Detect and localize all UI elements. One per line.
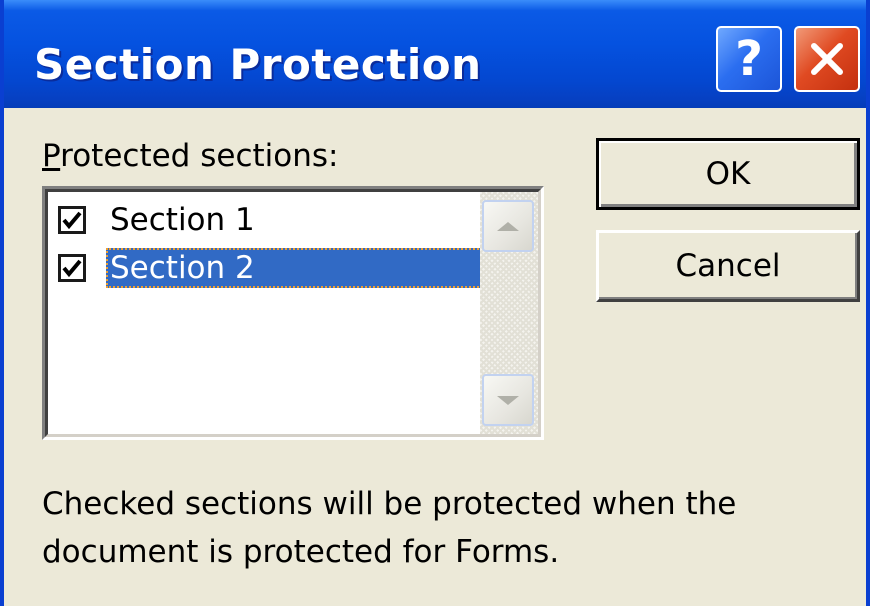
arrow-down-icon xyxy=(497,395,519,405)
section-2-checkbox[interactable] xyxy=(58,254,86,282)
section-1-label: Section 1 xyxy=(110,202,255,238)
section-2-label: Section 2 xyxy=(106,248,482,288)
arrow-up-icon xyxy=(497,221,519,231)
cancel-button[interactable]: Cancel xyxy=(596,230,860,302)
scroll-down-button[interactable] xyxy=(482,374,534,426)
checkmark-icon xyxy=(62,211,82,230)
list-item-section-1[interactable]: Section 1 xyxy=(52,196,480,244)
close-button[interactable] xyxy=(794,26,860,92)
help-button[interactable]: ? xyxy=(716,26,782,92)
protected-sections-label-text: rotected sections: xyxy=(60,138,339,174)
protected-sections-label: Protected sections: xyxy=(42,138,338,174)
description-line-2: document is protected for Forms. xyxy=(42,534,560,570)
scroll-up-button[interactable] xyxy=(482,200,534,252)
help-icon: ? xyxy=(735,31,763,87)
list-item-section-2[interactable]: Section 2 xyxy=(52,244,482,292)
description-line-1: Checked sections will be protected when … xyxy=(42,486,737,522)
vertical-scrollbar[interactable] xyxy=(480,192,538,434)
section-1-checkbox[interactable] xyxy=(58,206,86,234)
protected-sections-label-accelerator: P xyxy=(42,138,61,174)
protected-sections-listbox[interactable]: Section 1 Section 2 xyxy=(42,186,544,440)
checkmark-icon xyxy=(62,259,82,278)
dialog-title: Section Protection xyxy=(34,40,482,89)
description-text: Checked sections will be protected when … xyxy=(42,480,842,576)
ok-button[interactable]: OK xyxy=(596,138,860,210)
listbox-frame: Section 1 Section 2 xyxy=(45,189,541,437)
title-bar[interactable]: Section Protection ? xyxy=(4,0,866,108)
close-x-icon xyxy=(811,43,843,75)
section-protection-dialog: Section Protection ? Protected sections:… xyxy=(0,0,870,606)
